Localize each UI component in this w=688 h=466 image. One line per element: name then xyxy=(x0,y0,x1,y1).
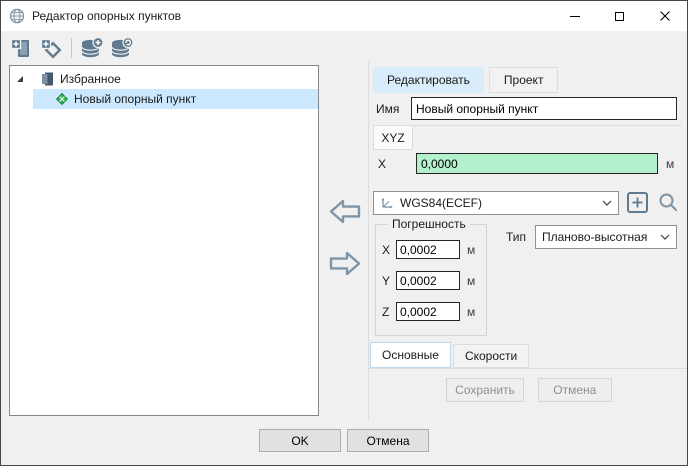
tab-label: Скорости xyxy=(465,349,517,363)
move-left-arrow-button[interactable] xyxy=(328,198,362,225)
accuracy-row-x: X м xyxy=(382,240,486,259)
ok-button[interactable]: OK xyxy=(259,429,341,452)
tab-project[interactable]: Проект xyxy=(489,67,559,93)
tree-item-favorites[interactable]: Избранное xyxy=(10,69,318,89)
chevron-down-icon xyxy=(602,200,612,206)
xyz-divider xyxy=(414,125,682,126)
accuracy-groupbox: Погрешность X м Y м Z м xyxy=(375,224,487,336)
maximize-icon xyxy=(615,12,624,21)
accuracy-y-label: Y xyxy=(382,274,396,288)
cancel-button[interactable]: Отмена xyxy=(347,429,429,452)
control-point-icon xyxy=(55,92,69,106)
caption-buttons xyxy=(552,1,687,31)
plus-icon xyxy=(631,196,644,209)
minimize-button[interactable] xyxy=(552,1,597,31)
accuracy-group-title: Погрешность xyxy=(388,217,470,231)
accuracy-z-label: Z xyxy=(382,305,396,319)
crs-combobox[interactable]: WGS84(ECEF) xyxy=(373,191,619,215)
name-label: Имя xyxy=(376,102,399,116)
arrow-left-icon xyxy=(328,198,362,225)
tab-label: XYZ xyxy=(381,131,404,145)
tree-item-new-point[interactable]: Новый опорный пункт xyxy=(33,89,318,109)
add-favorite-icon xyxy=(9,36,33,60)
minimize-icon xyxy=(570,16,580,17)
tab-label: Проект xyxy=(504,73,544,87)
database-refresh-button[interactable] xyxy=(107,34,137,62)
tab-label: Редактировать xyxy=(387,73,470,87)
add-tag-icon xyxy=(39,36,63,60)
type-value: Планово-высотная xyxy=(542,230,647,244)
type-combobox[interactable]: Планово-высотная xyxy=(535,225,677,249)
search-crs-button[interactable] xyxy=(657,191,679,213)
button-label: Сохранить xyxy=(455,383,515,397)
coordinate-x-unit: м xyxy=(666,157,674,171)
coordinate-x-label: X xyxy=(378,157,386,171)
accuracy-row-z: Z м xyxy=(382,302,486,321)
titlebar: Редактор опорных пунктов xyxy=(1,1,687,31)
save-button-row: Сохранить Отмена xyxy=(369,378,688,402)
maximize-button[interactable] xyxy=(597,1,642,31)
close-icon xyxy=(660,11,670,21)
accuracy-z-input[interactable] xyxy=(396,302,460,321)
button-label: Отмена xyxy=(553,383,596,397)
button-label: Отмена xyxy=(366,434,409,448)
control-points-editor-window: Редактор опорных пунктов xyxy=(0,0,688,466)
tab-edit[interactable]: Редактировать xyxy=(373,67,484,93)
tree-item-label: Избранное xyxy=(60,72,121,86)
database-add-icon xyxy=(80,36,104,60)
tab-velocities[interactable]: Скорости xyxy=(453,344,529,368)
bottom-tab-strip: Основные Скорости xyxy=(370,342,529,368)
save-button[interactable]: Сохранить xyxy=(446,378,524,402)
button-label: OK xyxy=(291,434,308,448)
window-title: Редактор опорных пунктов xyxy=(32,9,181,23)
toolbar xyxy=(1,31,687,64)
add-favorite-button[interactable] xyxy=(6,34,36,62)
cancel-edit-button[interactable]: Отмена xyxy=(538,378,612,402)
arrow-right-icon xyxy=(328,250,362,277)
accuracy-x-unit: м xyxy=(467,243,475,257)
tab-main[interactable]: Основные xyxy=(370,342,451,368)
add-tag-button[interactable] xyxy=(36,34,66,62)
globe-icon xyxy=(9,8,25,24)
tab-label: Основные xyxy=(382,348,439,362)
accuracy-y-unit: м xyxy=(467,274,475,288)
editor-tab-strip: Редактировать Проект xyxy=(373,67,558,93)
toolbar-separator xyxy=(71,38,72,58)
search-icon xyxy=(657,191,679,213)
accuracy-row-y: Y м xyxy=(382,271,486,290)
accuracy-z-unit: м xyxy=(467,305,475,319)
bottom-tab-divider xyxy=(369,368,688,369)
tree-item-label: Новый опорный пункт xyxy=(74,92,196,106)
name-input[interactable] xyxy=(411,97,677,120)
accuracy-x-label: X xyxy=(382,243,396,257)
chevron-down-icon xyxy=(660,234,670,240)
points-tree[interactable]: Избранное Новый опорный пункт xyxy=(9,65,319,416)
expander-icon[interactable] xyxy=(15,74,25,84)
database-refresh-icon xyxy=(110,36,134,60)
accuracy-y-input[interactable] xyxy=(396,271,460,290)
move-right-arrow-button[interactable] xyxy=(328,250,362,277)
coordinate-x-input[interactable] xyxy=(416,153,658,174)
dialog-footer: OK Отмена xyxy=(1,429,687,452)
crs-value: WGS84(ECEF) xyxy=(400,196,482,210)
database-add-button[interactable] xyxy=(77,34,107,62)
close-button[interactable] xyxy=(642,1,687,31)
type-label: Тип xyxy=(506,230,526,244)
tab-xyz[interactable]: XYZ xyxy=(373,125,413,150)
add-crs-button[interactable] xyxy=(627,192,648,213)
axes-icon xyxy=(380,196,394,210)
favorites-folder-icon xyxy=(39,71,55,87)
editor-panel: Редактировать Проект Имя XYZ X м WGS84(E… xyxy=(368,61,688,421)
accuracy-x-input[interactable] xyxy=(396,240,460,259)
